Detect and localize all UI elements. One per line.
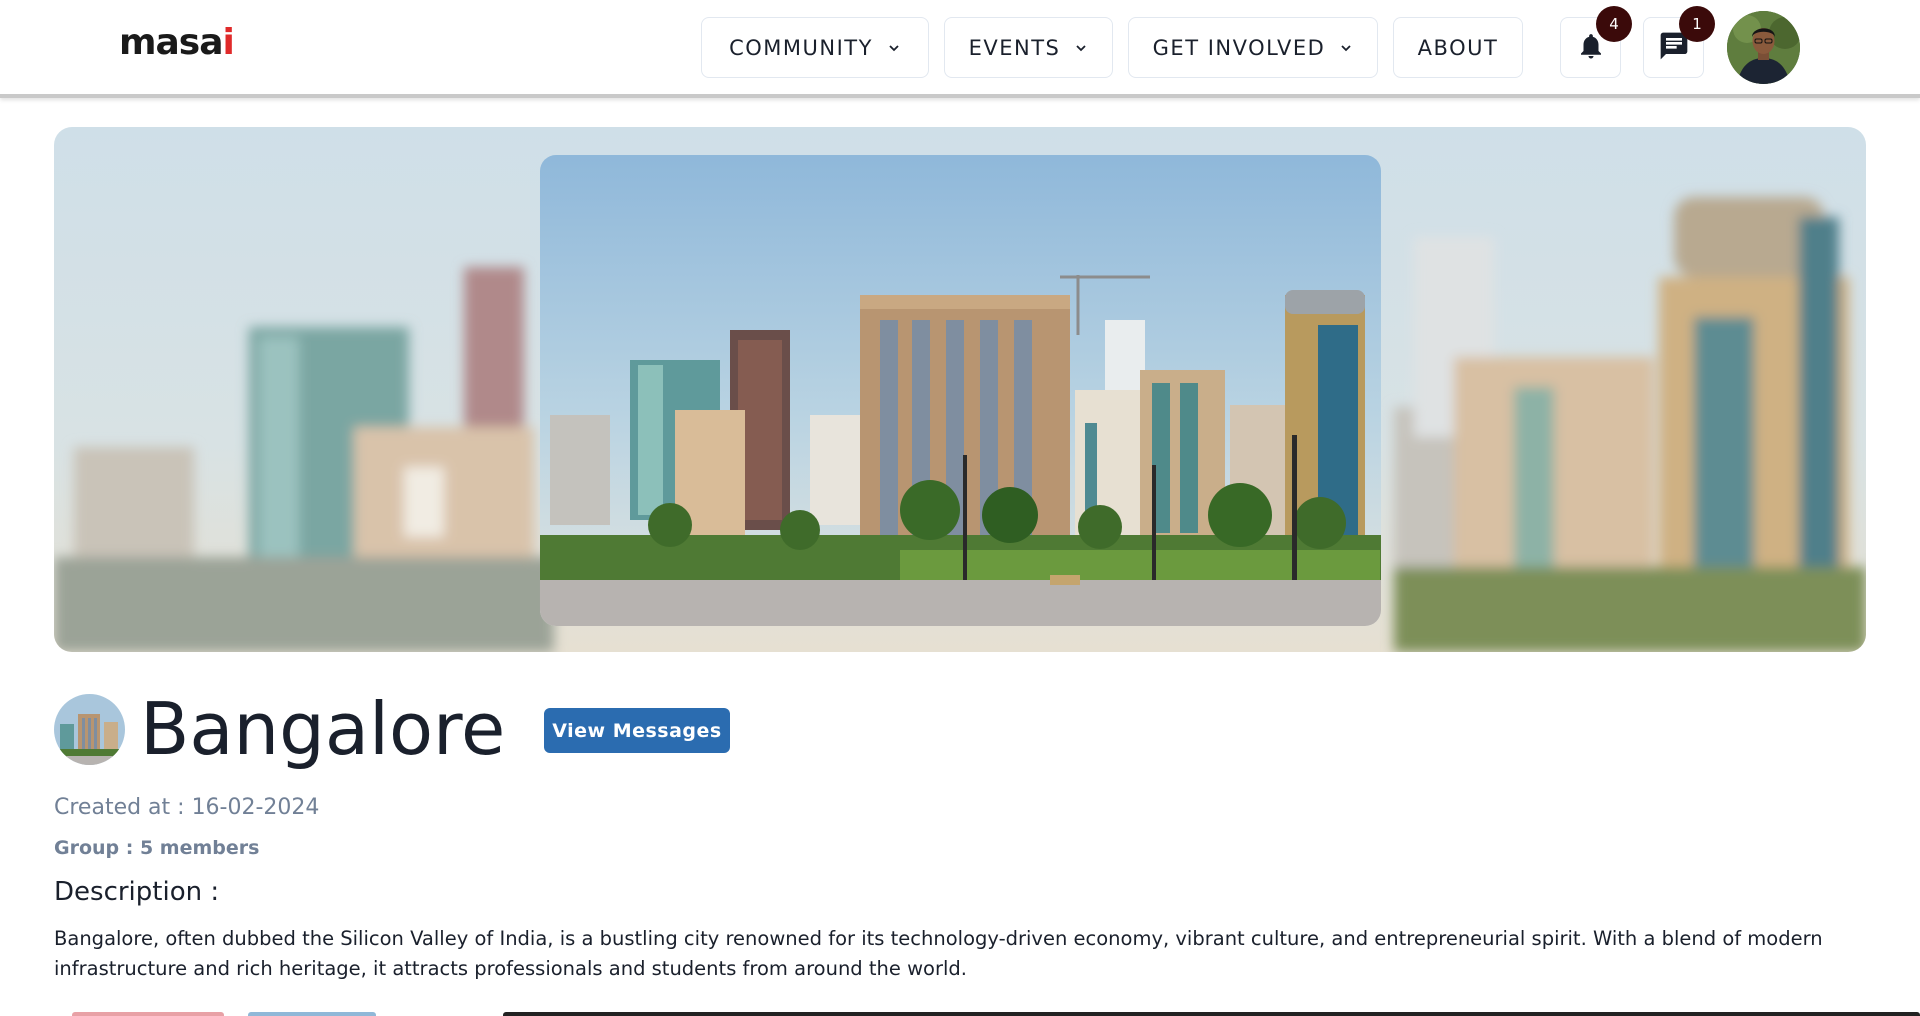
group-name: Bangalore (140, 687, 506, 771)
view-messages-button[interactable]: View Messages (544, 708, 730, 753)
messages-button[interactable]: 1 (1643, 6, 1715, 78)
chevron-down-icon (887, 41, 901, 55)
cut-off-content-bar (503, 1012, 1920, 1016)
cut-off-tab-2[interactable] (248, 1012, 376, 1016)
cut-off-tab-1[interactable] (72, 1012, 224, 1016)
nav-about[interactable]: ABOUT (1393, 17, 1523, 78)
nav-community-label: COMMUNITY (729, 35, 873, 60)
group-cover-image (540, 155, 1381, 626)
nav-events[interactable]: EVENTS (944, 17, 1113, 78)
message-count-badge: 1 (1679, 6, 1715, 42)
group-banner-backdrop (54, 127, 1866, 652)
member-count: Group : 5 members (54, 837, 260, 859)
notification-count-badge: 4 (1596, 6, 1632, 42)
description-heading: Description : (54, 877, 220, 907)
group-avatar (54, 694, 125, 765)
description-text: Bangalore, often dubbed the Silicon Vall… (54, 927, 1823, 980)
nav-get-involved[interactable]: GET INVOLVED (1128, 17, 1378, 78)
chevron-down-icon (1339, 41, 1353, 55)
nav-events-label: EVENTS (968, 35, 1061, 60)
nav-get-involved-label: GET INVOLVED (1152, 35, 1326, 60)
nav-community[interactable]: COMMUNITY (701, 17, 929, 78)
user-avatar[interactable] (1727, 11, 1800, 84)
notifications-button[interactable]: 4 (1560, 6, 1632, 78)
created-date: Created at : 16-02-2024 (54, 795, 320, 820)
chevron-down-icon (1074, 41, 1088, 55)
nav-about-label: ABOUT (1417, 35, 1499, 60)
top-navbar: masai COMMUNITY EVENTS GET INVOLVED ABOU… (0, 0, 1920, 98)
masai-logo[interactable]: masai (119, 22, 235, 63)
